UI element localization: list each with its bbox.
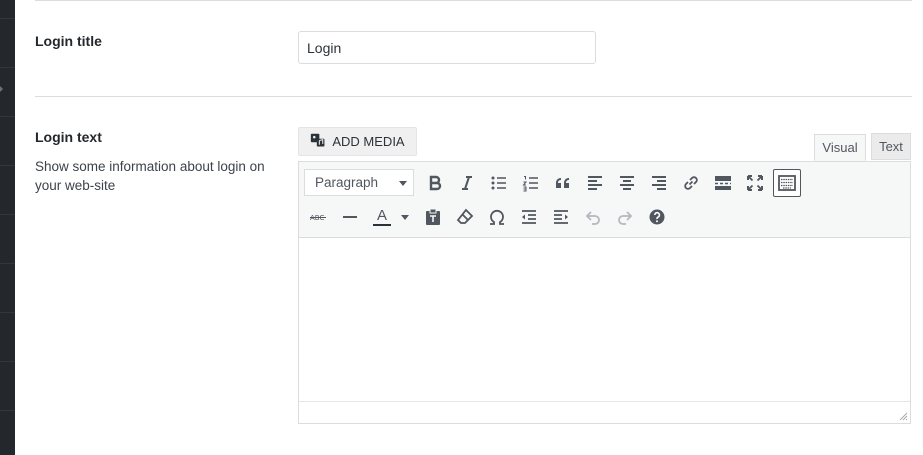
- editor-toolbar: Paragraph A: [299, 162, 910, 238]
- text-color-icon: A: [372, 207, 392, 227]
- horizontal-line-icon: [343, 216, 357, 218]
- read-more-button[interactable]: [709, 169, 737, 197]
- align-left-button[interactable]: [581, 169, 609, 197]
- outdent-button[interactable]: [515, 203, 543, 231]
- chevron-down-icon: [399, 181, 407, 186]
- chevron-down-icon[interactable]: [401, 215, 409, 220]
- section-divider: [35, 0, 912, 1]
- insert-link-button[interactable]: [677, 169, 705, 197]
- clear-formatting-icon: [456, 208, 474, 224]
- outdent-icon: [522, 210, 536, 224]
- add-media-label: ADD MEDIA: [332, 134, 405, 149]
- login-text-label: Login text: [35, 129, 102, 145]
- align-center-icon: [620, 176, 634, 190]
- blockquote-button[interactable]: [549, 169, 577, 197]
- bold-button[interactable]: [421, 169, 449, 197]
- strikethrough-icon: ABC: [310, 214, 326, 222]
- login-text-description: Show some information about login on you…: [35, 159, 265, 193]
- horizontal-line-button[interactable]: [336, 203, 364, 231]
- text-color-button[interactable]: A: [368, 203, 396, 231]
- rich-text-editor: Paragraph A: [298, 161, 911, 424]
- format-select-value: Paragraph: [315, 175, 379, 190]
- sidebar-separator: [0, 312, 15, 313]
- clear-formatting-button[interactable]: [451, 203, 479, 231]
- editor-statusbar: [299, 401, 910, 423]
- sidebar-separator: [0, 410, 15, 411]
- sidebar-separator: [0, 116, 15, 117]
- sidebar-arrow-icon: [0, 86, 3, 92]
- toolbar-toggle-icon: [778, 175, 796, 191]
- login-title-label: Login title: [35, 33, 102, 49]
- italic-icon: [462, 176, 472, 190]
- add-media-icon: [310, 132, 327, 152]
- sidebar-separator: [0, 67, 15, 68]
- numbered-list-button[interactable]: [517, 169, 545, 197]
- special-character-button[interactable]: [483, 203, 511, 231]
- numbered-list-icon: [522, 176, 538, 192]
- paste-as-text-button[interactable]: [419, 203, 447, 231]
- sidebar-separator: [0, 165, 15, 166]
- toolbar-toggle-button[interactable]: [773, 169, 801, 197]
- admin-sidebar-edge: [0, 0, 15, 455]
- fullscreen-button[interactable]: [741, 169, 769, 197]
- paste-as-text-icon: [426, 208, 440, 225]
- help-icon: [649, 209, 665, 225]
- blockquote-icon: [556, 178, 569, 188]
- resize-handle-icon[interactable]: [898, 411, 908, 421]
- text-color-glyph: A: [376, 207, 387, 224]
- tab-text[interactable]: Text: [871, 133, 911, 160]
- redo-icon: [618, 211, 633, 225]
- section-divider: [35, 96, 912, 97]
- sidebar-separator: [0, 214, 15, 215]
- sidebar-separator: [0, 361, 15, 362]
- undo-icon: [585, 211, 600, 225]
- toolbar-row-2: ABC A: [299, 200, 910, 234]
- undo-button[interactable]: [579, 203, 607, 231]
- tab-visual[interactable]: Visual: [814, 134, 866, 161]
- align-right-icon: [652, 176, 666, 190]
- align-right-button[interactable]: [645, 169, 673, 197]
- bullet-list-button[interactable]: [485, 169, 513, 197]
- link-icon: [684, 176, 698, 190]
- read-more-icon: [715, 176, 731, 190]
- format-select[interactable]: Paragraph: [304, 169, 414, 196]
- strikethrough-button[interactable]: ABC: [304, 203, 332, 231]
- special-character-icon: [490, 209, 504, 225]
- add-media-button[interactable]: ADD MEDIA: [298, 127, 417, 156]
- help-button[interactable]: [643, 203, 671, 231]
- align-left-icon: [588, 176, 602, 190]
- redo-button[interactable]: [611, 203, 639, 231]
- toolbar-row-1: Paragraph: [299, 166, 910, 200]
- sidebar-separator: [0, 18, 15, 19]
- indent-icon: [554, 210, 568, 224]
- italic-button[interactable]: [453, 169, 481, 197]
- fullscreen-icon: [747, 175, 763, 191]
- sidebar-separator: [0, 263, 15, 264]
- indent-button[interactable]: [547, 203, 575, 231]
- login-title-input[interactable]: [298, 31, 596, 64]
- align-center-button[interactable]: [613, 169, 641, 197]
- bold-icon: [429, 175, 442, 191]
- bullet-list-icon: [491, 176, 506, 190]
